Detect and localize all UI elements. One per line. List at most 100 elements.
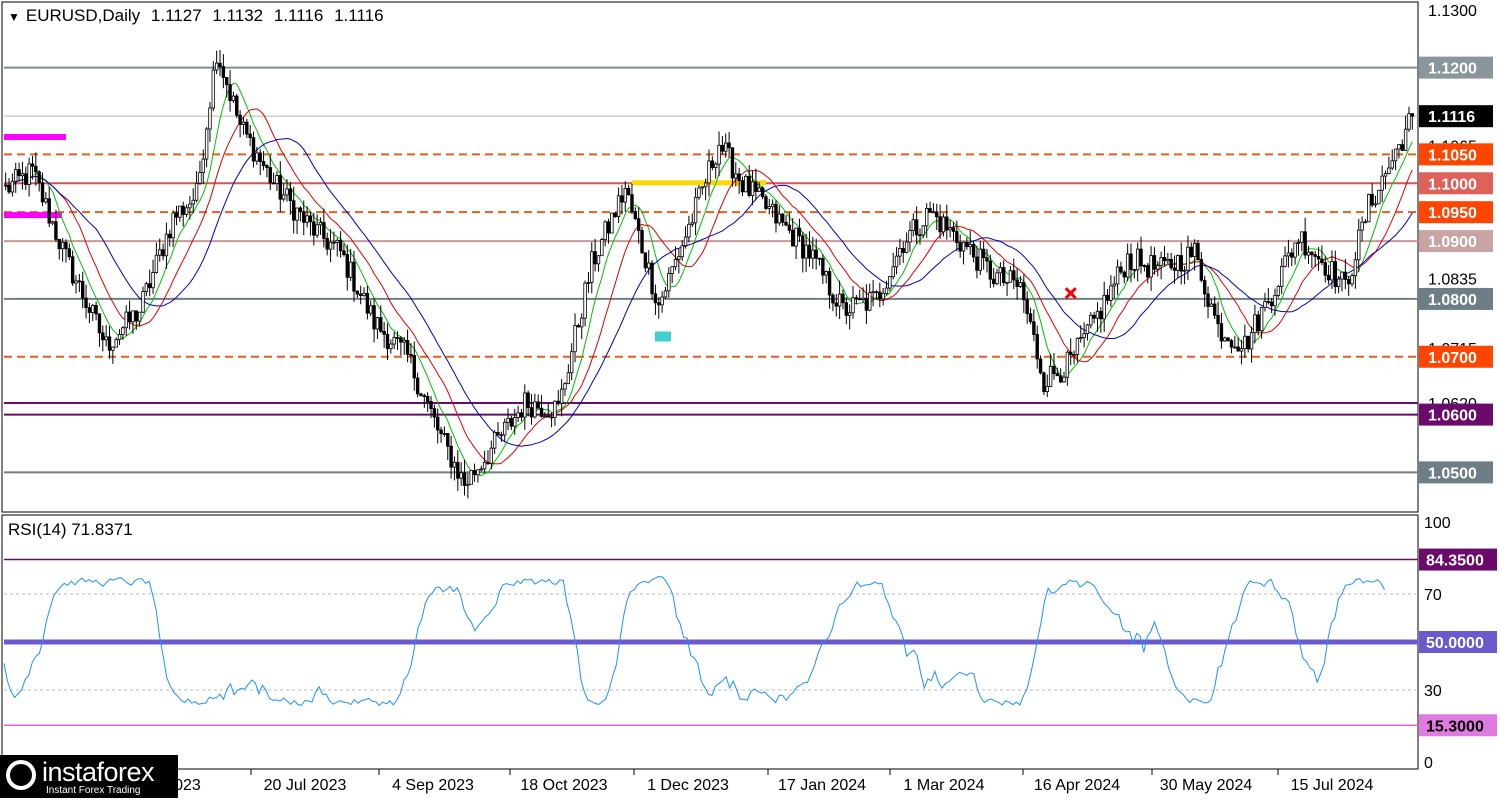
price-tag-1.0600: 1.0600 xyxy=(1419,403,1493,426)
candle-body xyxy=(305,215,309,223)
candle xyxy=(864,284,869,325)
candle xyxy=(375,316,380,339)
candle xyxy=(231,91,236,103)
candle xyxy=(727,132,731,158)
candle xyxy=(613,212,617,218)
candle xyxy=(1387,156,1391,175)
candle xyxy=(1340,271,1344,292)
candle-body xyxy=(164,233,169,257)
candle-body xyxy=(1172,267,1177,271)
candle-body xyxy=(1122,271,1126,278)
candle xyxy=(747,165,751,198)
candle-body xyxy=(141,291,145,313)
candle xyxy=(519,408,524,422)
candle xyxy=(221,54,226,89)
dropdown-triangle-icon[interactable]: ▼ xyxy=(8,10,20,24)
candle-body xyxy=(34,165,38,173)
candle-body xyxy=(1129,253,1133,270)
candle xyxy=(713,161,718,179)
candle-body xyxy=(1028,313,1033,323)
candle xyxy=(70,250,75,286)
candle xyxy=(1373,195,1378,208)
candle xyxy=(456,450,460,491)
candle xyxy=(191,188,195,214)
candle-body xyxy=(988,260,993,280)
candle-body xyxy=(1286,252,1291,257)
candle xyxy=(1326,264,1331,285)
candle-body xyxy=(1082,333,1086,338)
candle-body xyxy=(114,339,118,348)
candle-body xyxy=(476,469,480,476)
candle-body xyxy=(1323,262,1327,276)
candle xyxy=(1253,304,1257,344)
candle-body xyxy=(657,302,661,306)
candle xyxy=(1383,170,1388,190)
candle xyxy=(238,110,242,138)
candle xyxy=(228,70,232,112)
candle-body xyxy=(298,207,303,213)
candle xyxy=(938,204,942,239)
candle xyxy=(1176,254,1180,279)
candle xyxy=(208,101,212,142)
gear-logo-icon xyxy=(6,760,36,790)
candle xyxy=(1099,307,1103,333)
candle-body xyxy=(295,207,299,221)
candle-body xyxy=(847,312,852,316)
candle xyxy=(961,241,966,265)
candle-body xyxy=(968,243,972,248)
time-tick-label: 20 Jul 2023 xyxy=(264,777,347,794)
candle xyxy=(1186,235,1190,280)
candle xyxy=(700,186,705,195)
candle xyxy=(586,271,591,293)
rsi-tick-label: 70 xyxy=(1424,587,1442,604)
candle-body xyxy=(1179,255,1183,272)
candle xyxy=(603,220,607,247)
candle-body xyxy=(107,336,112,351)
candle-body xyxy=(928,208,932,213)
candle-body xyxy=(1246,335,1250,350)
candle xyxy=(687,215,691,243)
candle xyxy=(569,343,574,381)
chart-markers xyxy=(1064,287,1077,300)
candlestick-series xyxy=(3,50,1415,499)
candle xyxy=(1169,252,1173,271)
price-tag-1.1116: 1.1116 xyxy=(1419,105,1493,128)
candle-body xyxy=(1407,113,1411,130)
candle-body xyxy=(744,175,748,193)
candle xyxy=(1085,323,1090,341)
candle xyxy=(198,160,202,185)
candle xyxy=(1377,189,1381,205)
candle-body xyxy=(161,249,165,257)
candle-body xyxy=(677,256,681,260)
candle xyxy=(1038,355,1043,375)
candle xyxy=(1290,248,1294,267)
candle-body xyxy=(198,172,202,184)
price-tick-label: 1.1300 xyxy=(1428,3,1477,20)
candle-body xyxy=(81,280,85,299)
candle xyxy=(1042,371,1046,396)
candle-body xyxy=(687,223,691,238)
candle xyxy=(533,393,537,419)
candle xyxy=(707,149,711,197)
candle-body xyxy=(392,337,396,345)
candle xyxy=(298,206,303,222)
candle-body xyxy=(322,222,326,239)
candle xyxy=(1139,236,1143,274)
candle-body xyxy=(543,415,547,418)
candle-body xyxy=(352,261,356,292)
candle xyxy=(1390,149,1394,171)
candle xyxy=(663,286,668,300)
candle-body xyxy=(770,203,775,208)
candle xyxy=(64,239,68,263)
candle-body xyxy=(780,213,785,223)
candle-body xyxy=(44,198,48,203)
candle xyxy=(412,341,416,391)
candle-body xyxy=(600,239,604,257)
candle xyxy=(358,285,363,305)
candle xyxy=(278,161,283,213)
candle xyxy=(1276,284,1281,298)
candle-body xyxy=(1075,338,1080,355)
candle-body xyxy=(576,325,581,328)
candle xyxy=(553,400,557,426)
candle-body xyxy=(888,276,892,289)
